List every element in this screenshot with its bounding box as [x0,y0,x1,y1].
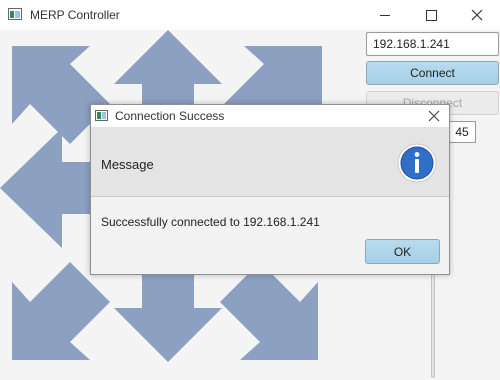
ip-address-input[interactable] [366,32,499,56]
maximize-button[interactable] [408,0,454,30]
dialog-title: Connection Success [115,109,225,123]
connect-button[interactable]: Connect [366,61,499,85]
dialog-header: Message [91,127,449,197]
dialog-header-text: Message [101,157,154,172]
speed-slider[interactable] [431,272,435,378]
window-title: MERP Controller [30,8,120,22]
arrow-down-left-button[interactable] [12,260,112,360]
arrow-down-right-button[interactable] [218,260,318,360]
speed-spinner[interactable]: 45 [448,121,476,143]
close-icon [471,9,483,21]
info-icon [397,143,437,183]
dialog-close-icon[interactable] [427,109,441,123]
dialog-app-icon [95,110,108,121]
ok-button[interactable]: OK [365,239,440,264]
maximize-icon [425,9,437,21]
close-window-button[interactable] [454,0,500,30]
dialog-message: Successfully connected to 192.168.1.241 [101,215,320,229]
dialog-titlebar: Connection Success [91,105,449,127]
minimize-button[interactable] [362,0,408,30]
connection-success-dialog: Connection Success Message Successfully … [90,104,450,275]
arrow-down-button[interactable] [114,262,222,362]
window-titlebar: MERP Controller [0,0,500,30]
minimize-icon [380,14,390,16]
app-icon [8,8,22,20]
